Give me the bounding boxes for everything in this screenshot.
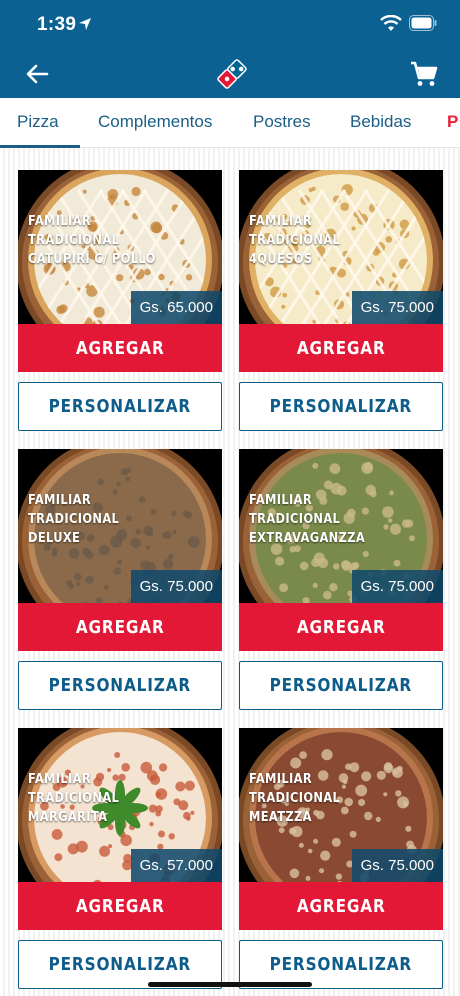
customize-button-label: PERSONALIZAR [48,954,192,975]
product-name-line1: FAMILIAR TRADICIONAL [249,493,341,527]
product-name: FAMILIAR TRADICIONAL MARGARITA [28,770,186,827]
product-name-line1: FAMILIAR TRADICIONAL [249,214,341,248]
add-button-label: AGREGAR [75,616,165,638]
add-button[interactable]: AGREGAR [18,324,222,372]
status-time: 1:39 [37,14,77,35]
customize-button-label: PERSONALIZAR [48,675,192,696]
product-name-line1: FAMILIAR TRADICIONAL [249,772,341,806]
pizza-photo[interactable]: FAMILIAR TRADICIONAL 4QUESOS Gs. 75.000 [239,170,443,324]
header: 1:39 [0,0,460,98]
category-tabs: Pizza Complementos Postres Bebidas P [0,98,460,148]
tab-postres[interactable]: Postres [253,112,311,132]
pizza-photo[interactable]: FAMILIAR TRADICIONAL CATUPIRI C/ POLLO G… [18,170,222,324]
product-name: FAMILIAR TRADICIONAL CATUPIRI C/ POLLO [28,212,186,269]
dominos-logo [217,59,247,89]
add-button-label: AGREGAR [296,616,386,638]
add-button-label: AGREGAR [75,895,165,917]
pizza-photo[interactable]: FAMILIAR TRADICIONAL MARGARITA Gs. 57.00… [18,728,222,882]
customize-button[interactable]: PERSONALIZAR [239,661,443,710]
pizza-photo[interactable]: FAMILIAR TRADICIONAL DELUXE Gs. 75.000 [18,449,222,603]
product-name-line2: 4QUESOS [249,252,313,267]
product-name-line2: MARGARITA [28,810,108,825]
add-button-label: AGREGAR [296,895,386,917]
product-name: FAMILIAR TRADICIONAL EXTRAVAGANZZA [249,491,407,548]
add-button[interactable]: AGREGAR [239,603,443,651]
tab-bebidas[interactable]: Bebidas [350,112,411,132]
price-badge: Gs. 75.000 [351,849,443,882]
add-button[interactable]: AGREGAR [239,324,443,372]
customize-button-label: PERSONALIZAR [269,396,413,417]
customize-button[interactable]: PERSONALIZAR [239,382,443,431]
product-name-line1: FAMILIAR TRADICIONAL [28,772,120,806]
product-grid: FAMILIAR TRADICIONAL CATUPIRI C/ POLLO G… [0,148,460,996]
tab-partial[interactable]: P [447,112,458,132]
add-button-label: AGREGAR [296,337,386,359]
customize-button-label: PERSONALIZAR [269,954,413,975]
customize-button-label: PERSONALIZAR [269,675,413,696]
add-button[interactable]: AGREGAR [239,882,443,930]
product-name: FAMILIAR TRADICIONAL 4QUESOS [249,212,407,269]
add-button-label: AGREGAR [75,337,165,359]
price-badge: Gs. 57.000 [130,849,222,882]
product-name: FAMILIAR TRADICIONAL MEATZZA [249,770,407,827]
location-arrow-icon [79,18,91,30]
price-badge: Gs. 75.000 [351,291,443,324]
app-bar [0,48,460,98]
product-name: FAMILIAR TRADICIONAL DELUXE [28,491,186,548]
product-name-line1: FAMILIAR TRADICIONAL [28,214,120,248]
product-name-line2: CATUPIRI C/ POLLO [28,252,156,267]
add-button[interactable]: AGREGAR [18,882,222,930]
battery-icon [409,15,437,31]
wifi-icon [380,15,402,31]
product-name-line2: MEATZZA [249,810,312,825]
tab-complementos[interactable]: Complementos [98,112,212,132]
product-name-line2: EXTRAVAGANZZA [249,531,366,546]
shopping-cart-icon[interactable] [409,60,439,88]
customize-button[interactable]: PERSONALIZAR [18,661,222,710]
price-badge: Gs. 75.000 [130,570,222,603]
product-name-line1: FAMILIAR TRADICIONAL [28,493,120,527]
price-badge: Gs. 75.000 [351,570,443,603]
customize-button[interactable]: PERSONALIZAR [18,382,222,431]
status-bar: 1:39 [0,0,460,48]
pizza-photo[interactable]: FAMILIAR TRADICIONAL EXTRAVAGANZZA Gs. 7… [239,449,443,603]
pizza-photo[interactable]: FAMILIAR TRADICIONAL MEATZZA Gs. 75.000 [239,728,443,882]
product-name-line2: DELUXE [28,531,81,546]
price-badge: Gs. 65.000 [130,291,222,324]
add-button[interactable]: AGREGAR [18,603,222,651]
back-button[interactable] [20,60,54,88]
home-indicator [148,982,312,987]
customize-button-label: PERSONALIZAR [48,396,192,417]
tab-pizza[interactable]: Pizza [17,112,59,132]
